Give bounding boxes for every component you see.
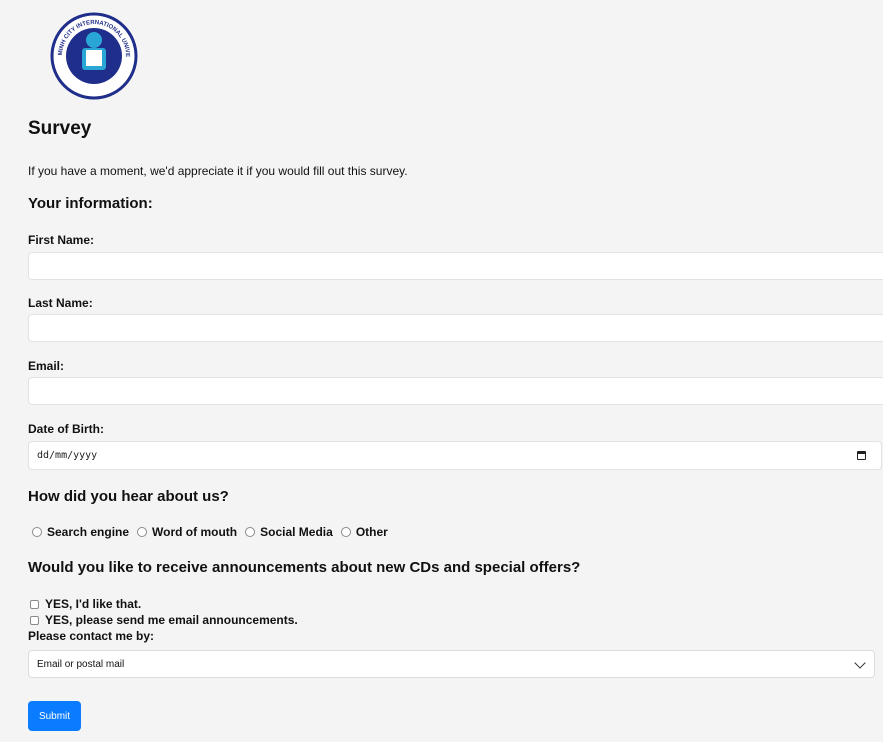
radio-search-engine[interactable]: Search engine: [32, 525, 129, 539]
radio-label: Social Media: [260, 525, 333, 539]
radio-other[interactable]: Other: [340, 525, 388, 539]
hear-question: How did you hear about us?: [28, 488, 229, 505]
contact-label: Please contact me by:: [28, 629, 155, 643]
chevron-down-icon: [854, 657, 866, 669]
dob-placeholder: dd/mm/yyyy: [37, 450, 98, 461]
radio-icon[interactable]: [32, 527, 42, 537]
radio-label: Search engine: [47, 525, 130, 539]
checkbox-label: YES, please send me email announcements.: [45, 613, 298, 627]
radio-icon[interactable]: [245, 527, 256, 537]
hear-options: Search engine Word of mouth Social Media…: [32, 525, 396, 539]
submit-button[interactable]: Submit: [28, 701, 81, 731]
checkbox-label: YES, I'd like that.: [45, 597, 142, 611]
intro-text: If you have a moment, we'd appreciate it…: [28, 164, 408, 178]
checkbox-yes-email[interactable]: YES, please send me email announcements.: [30, 613, 298, 627]
page-title: Survey: [28, 118, 92, 139]
first-name-label: First Name:: [28, 233, 95, 247]
first-name-input[interactable]: [28, 252, 883, 280]
radio-icon[interactable]: [340, 527, 351, 537]
radio-label: Word of mouth: [152, 525, 238, 539]
radio-social-media[interactable]: Social Media: [245, 525, 333, 539]
survey-page: HOCHIMINH CITY INTERNATIONAL UNIVERSITY …: [0, 0, 883, 742]
last-name-input[interactable]: [28, 314, 883, 342]
radio-word-of-mouth[interactable]: Word of mouth: [137, 525, 237, 539]
announce-question: Would you like to receive announcements …: [28, 559, 581, 576]
dob-label: Date of Birth:: [28, 422, 104, 436]
section-heading-info: Your information:: [28, 195, 153, 212]
university-logo: HOCHIMINH CITY INTERNATIONAL UNIVERSITY …: [50, 12, 138, 100]
email-input[interactable]: [28, 377, 883, 405]
email-label: Email:: [28, 359, 65, 373]
checkbox-icon[interactable]: [30, 615, 39, 625]
contact-select[interactable]: Email or postal mail: [28, 650, 875, 678]
dob-input[interactable]: dd/mm/yyyy: [28, 441, 882, 470]
checkbox-yes-like[interactable]: YES, I'd like that.: [30, 597, 141, 611]
last-name-label: Last Name:: [28, 296, 93, 310]
checkbox-icon[interactable]: [30, 599, 39, 609]
contact-selected-value: Email or postal mail: [37, 659, 125, 670]
calendar-icon[interactable]: [857, 451, 866, 460]
radio-icon[interactable]: [137, 527, 148, 537]
radio-label: Other: [355, 525, 388, 539]
